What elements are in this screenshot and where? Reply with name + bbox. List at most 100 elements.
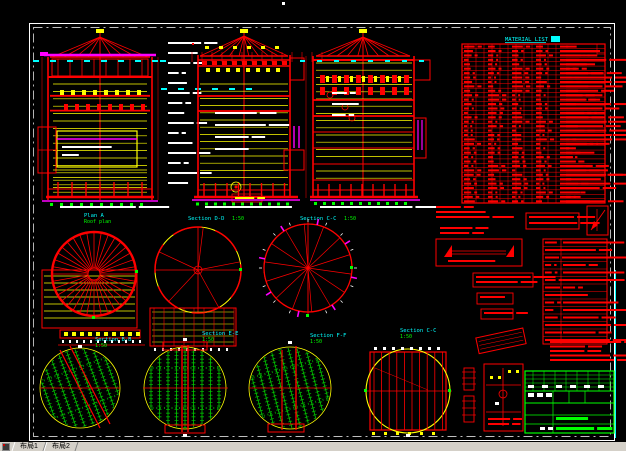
cad-stroke [192,92,202,94]
cad-stroke [488,89,496,92]
note-box[interactable] [525,212,600,230]
cad-stroke [543,187,546,190]
cad-stroke [605,125,621,128]
piping-detail-box[interactable] [483,363,524,432]
cad-stroke [570,385,576,388]
cad-stroke [480,296,505,298]
title-block[interactable] [524,370,615,434]
cad-stroke [272,61,277,65]
coil-plan-1[interactable] [30,338,130,438]
cad-stroke [490,376,493,379]
cad-stroke [168,162,181,164]
cad-stroke [273,300,276,303]
cad-stroke [548,427,553,430]
cad-stroke [556,427,595,430]
cad-stroke [271,243,309,269]
detail-box-3[interactable] [476,292,514,305]
cad-stroke [536,129,546,132]
cad-stroke [158,251,199,271]
cad-stroke [488,45,495,48]
cad-stroke [101,60,107,62]
cad-stroke [464,200,475,203]
cad-stroke [476,276,531,278]
cad-stroke [471,164,474,167]
cad-stroke [536,191,546,194]
cad-stroke [602,187,617,190]
cad-stroke [497,134,500,136]
cad-stroke [548,129,552,132]
cad-stroke [130,104,134,110]
cad-stroke [501,94,507,97]
cad-stroke [549,138,555,141]
cad-stroke [168,82,187,84]
cad-stroke [566,134,612,136]
north-arrow-detail[interactable] [586,205,609,236]
layout-tab-1[interactable]: 布局1 [11,442,47,451]
nozzle-details[interactable] [462,367,476,423]
cad-stroke [548,191,553,194]
coil-plan-3[interactable] [241,339,339,437]
cad-stroke [536,116,543,119]
cad-stroke [334,60,339,62]
detail-box-4[interactable] [480,308,528,320]
bottom-plate-plan[interactable] [364,347,452,437]
cad-stroke [563,271,625,274]
cad-stroke [545,316,558,319]
cad-stroke [161,88,167,90]
slanted-detail[interactable] [475,327,527,355]
cad-stroke [232,202,235,206]
cad-stroke [550,354,611,357]
cad-stroke [168,152,197,154]
cad-stroke [197,261,241,271]
cad-stroke [543,58,546,61]
cad-stroke [464,54,472,57]
cad-stroke [185,102,192,104]
cad-stroke [545,241,557,244]
weld-detail[interactable] [435,238,523,267]
cad-stroke [488,178,496,181]
cad-stroke [307,267,352,275]
spec-table[interactable] [542,238,626,345]
cad-stroke [380,75,385,83]
model-space-canvas[interactable]: Plan A Roof plan Section D-D 1:50 Sectio… [0,0,626,441]
cad-stroke [529,222,578,224]
cad-stroke [215,112,257,114]
cad-stroke [464,182,472,185]
cad-stroke [607,200,624,203]
cad-stroke [374,76,377,82]
section-view-cc[interactable] [300,29,453,208]
material-list-table[interactable]: MATERIAL LIST [461,36,626,204]
cad-stroke [350,285,354,288]
cad-stroke [307,267,345,293]
cad-stroke [214,202,217,206]
cad-stroke [544,103,548,106]
coil-plan-2[interactable] [143,338,228,437]
cad-stroke [273,233,276,236]
cad-stroke [566,151,595,154]
cad-stroke [547,164,552,167]
cad-stroke [264,261,309,269]
roof-framing-plan[interactable] [41,230,145,346]
cad-stroke [488,200,499,203]
cad-stroke [326,36,364,57]
cad-stroke [350,202,353,205]
cad-stroke [204,42,218,44]
cad-stroke [428,347,431,350]
cad-stroke [566,125,603,128]
cad-stroke [501,98,507,101]
cad-stroke [566,54,581,57]
section-view-dd[interactable] [168,29,323,208]
cad-stroke [464,58,469,61]
view3-scale: 1:50 [344,216,356,222]
cad-stroke [473,178,476,181]
cad-stroke [471,156,474,159]
cad-stroke [577,216,596,218]
cad-stroke [64,104,68,110]
cad-stroke [613,354,626,357]
cad-stroke [525,76,530,79]
plan-section-cc[interactable] [258,218,358,318]
layout-tab-2[interactable]: 布局2 [43,442,79,451]
cad-stroke [566,67,579,70]
cad-stroke [617,359,626,361]
model-tab-icon[interactable] [2,442,10,451]
